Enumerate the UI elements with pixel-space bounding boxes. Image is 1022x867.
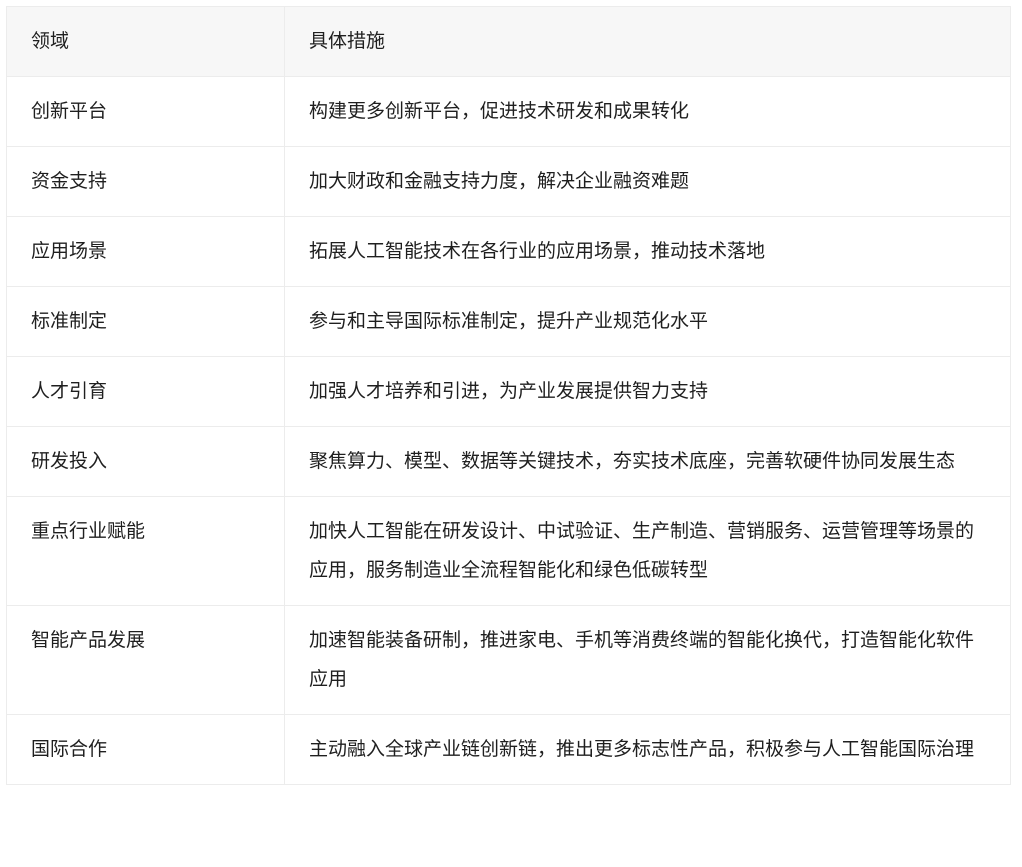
table-row: 智能产品发展 加速智能装备研制，推进家电、手机等消费终端的智能化换代，打造智能化… <box>6 605 1011 715</box>
cell-measure: 参与和主导国际标准制定，提升产业规范化水平 <box>284 286 1011 357</box>
measures-table-container: 领域 具体措施 创新平台 构建更多创新平台，促进技术研发和成果转化 资金支持 加… <box>6 6 1011 785</box>
cell-domain: 重点行业赋能 <box>6 496 285 606</box>
cell-measure: 加快人工智能在研发设计、中试验证、生产制造、营销服务、运营管理等场景的应用，服务… <box>284 496 1011 606</box>
cell-domain: 国际合作 <box>6 714 285 785</box>
table-row: 资金支持 加大财政和金融支持力度，解决企业融资难题 <box>6 146 1011 217</box>
header-row: 领域 具体措施 <box>6 6 1011 77</box>
cell-domain: 研发投入 <box>6 426 285 497</box>
header-measures: 具体措施 <box>284 6 1011 77</box>
table-row: 人才引育 加强人才培养和引进，为产业发展提供智力支持 <box>6 356 1011 427</box>
cell-domain: 资金支持 <box>6 146 285 217</box>
table-row: 标准制定 参与和主导国际标准制定，提升产业规范化水平 <box>6 286 1011 357</box>
cell-measure: 构建更多创新平台，促进技术研发和成果转化 <box>284 76 1011 147</box>
table-header: 领域 具体措施 <box>6 6 1011 77</box>
cell-measure: 主动融入全球产业链创新链，推出更多标志性产品，积极参与人工智能国际治理 <box>284 714 1011 785</box>
table-row: 国际合作 主动融入全球产业链创新链，推出更多标志性产品，积极参与人工智能国际治理 <box>6 714 1011 785</box>
table-row: 重点行业赋能 加快人工智能在研发设计、中试验证、生产制造、营销服务、运营管理等场… <box>6 496 1011 606</box>
cell-measure: 加强人才培养和引进，为产业发展提供智力支持 <box>284 356 1011 427</box>
cell-domain: 创新平台 <box>6 76 285 147</box>
cell-measure: 聚焦算力、模型、数据等关键技术，夯实技术底座，完善软硬件协同发展生态 <box>284 426 1011 497</box>
cell-measure: 加速智能装备研制，推进家电、手机等消费终端的智能化换代，打造智能化软件应用 <box>284 605 1011 715</box>
table-row: 创新平台 构建更多创新平台，促进技术研发和成果转化 <box>6 76 1011 147</box>
table-body: 创新平台 构建更多创新平台，促进技术研发和成果转化 资金支持 加大财政和金融支持… <box>6 76 1011 785</box>
table-row: 研发投入 聚焦算力、模型、数据等关键技术，夯实技术底座，完善软硬件协同发展生态 <box>6 426 1011 497</box>
measures-table: 领域 具体措施 创新平台 构建更多创新平台，促进技术研发和成果转化 资金支持 加… <box>6 6 1011 785</box>
header-domain: 领域 <box>6 6 285 77</box>
cell-domain: 应用场景 <box>6 216 285 287</box>
cell-domain: 智能产品发展 <box>6 605 285 715</box>
cell-measure: 加大财政和金融支持力度，解决企业融资难题 <box>284 146 1011 217</box>
cell-domain: 人才引育 <box>6 356 285 427</box>
cell-domain: 标准制定 <box>6 286 285 357</box>
cell-measure: 拓展人工智能技术在各行业的应用场景，推动技术落地 <box>284 216 1011 287</box>
table-row: 应用场景 拓展人工智能技术在各行业的应用场景，推动技术落地 <box>6 216 1011 287</box>
